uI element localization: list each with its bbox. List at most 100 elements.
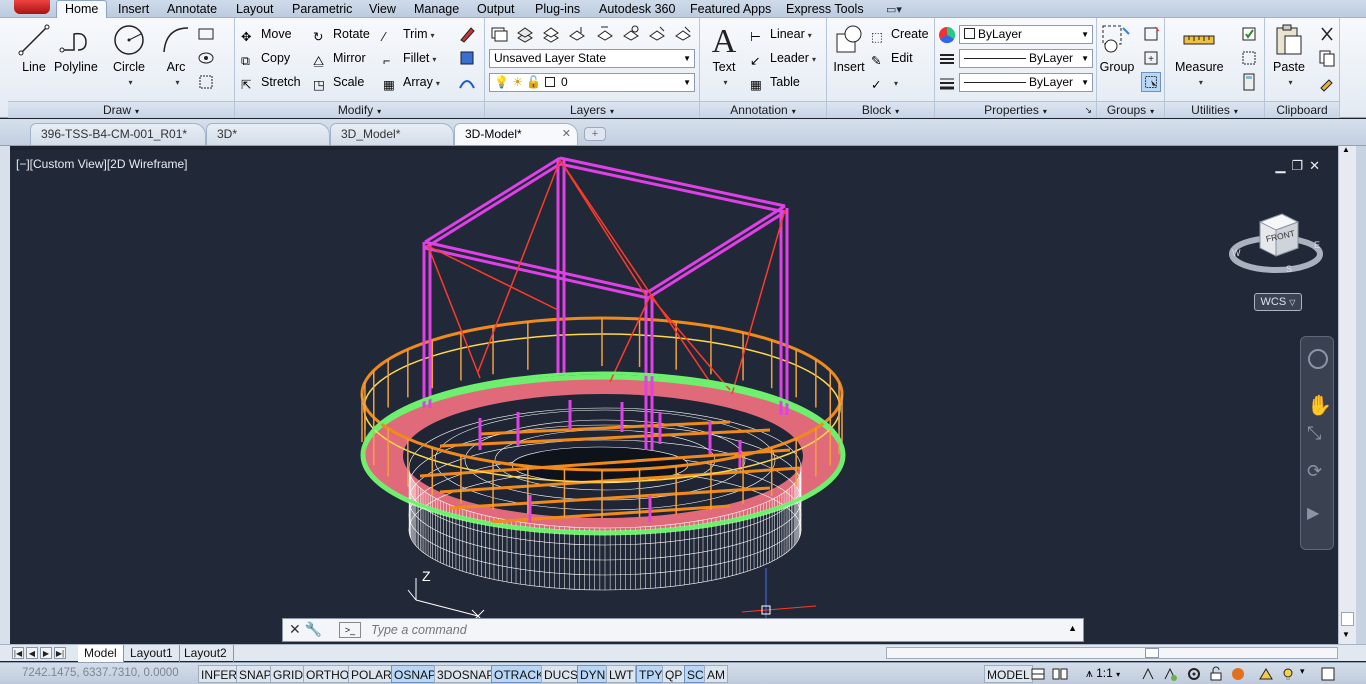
clipboard-panel-title[interactable]: Clipboard (1265, 101, 1339, 118)
tab-featured-apps[interactable]: Featured Apps (682, 1, 779, 18)
rectangle-icon[interactable] (196, 24, 216, 44)
measure-button[interactable]: Measure ▾ (1175, 22, 1224, 88)
block-attributes-button[interactable]: ✓ ▾ (871, 72, 898, 92)
horizontal-scroll-thumb[interactable] (1145, 648, 1159, 658)
draw-panel-title[interactable]: Draw ▾ (8, 101, 234, 118)
isolate-objects-icon[interactable] (1258, 666, 1274, 682)
workspace-switching-icon[interactable] (1186, 666, 1202, 682)
status-toggle-dyn[interactable]: DYN (577, 665, 609, 683)
scroll-down-icon[interactable]: ▼ (1342, 630, 1350, 639)
clean-screen-icon[interactable] (1320, 666, 1336, 682)
layer-freeze-icon[interactable] (673, 24, 693, 44)
linear-dimension-button[interactable]: ⊢ Linear ▾ (750, 24, 812, 44)
copy-button[interactable]: ⧉ Copy (241, 48, 290, 68)
status-toggle-polar[interactable]: POLAR (348, 665, 395, 683)
status-toggle-lwt[interactable]: LWT (606, 665, 637, 683)
tab-manage[interactable]: Manage (406, 1, 467, 18)
offset-icon[interactable] (457, 72, 477, 92)
file-tab-2[interactable]: 3D* (206, 123, 330, 145)
status-toggle-am[interactable]: AM (704, 665, 728, 683)
mirror-button[interactable]: ⧋ Mirror (313, 48, 366, 68)
vertical-scrollbar[interactable]: ▲ ▼ (1338, 145, 1356, 644)
tab-autodesk-360[interactable]: Autodesk 360 (591, 1, 683, 18)
horizontal-scrollbar[interactable] (886, 647, 1338, 659)
status-toggle-ducs[interactable]: DUCS (541, 665, 582, 683)
status-toggle-3dosnap[interactable]: 3DOSNAP (434, 665, 498, 683)
erase-icon[interactable] (457, 24, 477, 44)
group-edit-icon[interactable]: + (1141, 48, 1161, 68)
make-current-icon[interactable] (541, 24, 561, 44)
utilities-panel-title[interactable]: Utilities ▾ (1165, 101, 1264, 118)
wcs-menu[interactable]: WCS ▽ (1254, 293, 1302, 311)
explode-icon[interactable] (457, 48, 477, 68)
copy-clip-icon[interactable] (1317, 48, 1337, 68)
tab-insert[interactable]: Insert (110, 1, 157, 18)
status-toggle-ortho[interactable]: ORTHO (303, 665, 353, 683)
color-wheel-icon[interactable] (937, 25, 957, 45)
layer-properties-icon[interactable] (489, 24, 509, 44)
layer-previous-icon[interactable] (595, 24, 615, 44)
layout-tab-layout1[interactable]: Layout1 (124, 645, 180, 662)
layer-state-icon[interactable] (515, 24, 535, 44)
viewcube[interactable]: FRONT W S E (1226, 208, 1324, 280)
array-button[interactable]: ▦ Array ▾ (383, 72, 440, 92)
polyline-button[interactable]: Polyline (54, 22, 98, 74)
layout-tab-layout2[interactable]: Layout2 (178, 645, 234, 662)
quick-view-layouts-icon[interactable] (1030, 666, 1046, 682)
recent-commands-icon[interactable]: >_ (339, 622, 361, 638)
fillet-button[interactable]: ⌐ Fillet ▾ (383, 48, 436, 68)
linetype-icon[interactable] (937, 49, 957, 69)
file-tab-active[interactable]: 3D-Model* ✕ (454, 123, 578, 145)
properties-panel-title[interactable]: Properties ▾ ↘ (935, 101, 1096, 118)
tab-home[interactable]: Home (56, 0, 108, 19)
panel-dialog-launcher-icon[interactable]: ↘ (1084, 102, 1092, 118)
file-tab-1[interactable]: 396-TSS-B4-CM-001_R01* (30, 123, 206, 145)
layer-unisolate-icon[interactable] (647, 24, 667, 44)
scale-button[interactable]: ◳ Scale (313, 72, 364, 92)
first-layout-icon[interactable]: |◀ (12, 647, 24, 659)
table-button[interactable]: ▦ Table (750, 72, 800, 92)
tab-view[interactable]: View (361, 1, 404, 18)
ungroup-icon[interactable] (1141, 24, 1161, 44)
application-menu-button[interactable] (14, 0, 50, 14)
stretch-button[interactable]: ⇱ Stretch (241, 72, 301, 92)
zoom-extents-icon[interactable]: ⤡ (1307, 423, 1321, 444)
status-toggle-otrack[interactable]: OTRACK (491, 665, 548, 683)
status-menu-icon[interactable]: ▾ (1300, 666, 1305, 677)
status-toggle-tpy[interactable]: TPY (636, 665, 666, 683)
next-layout-icon[interactable]: ▶ (40, 647, 52, 659)
layout-tab-model[interactable]: Model (78, 645, 124, 662)
match-layer-icon[interactable] (567, 24, 587, 44)
lock-ui-icon[interactable] (1208, 666, 1224, 682)
model-scene[interactable]: Z (10, 150, 1338, 644)
status-toggle-infer[interactable]: INFER (198, 665, 240, 683)
auto-scale-icon[interactable] (1162, 666, 1178, 682)
last-layout-icon[interactable]: ▶| (54, 647, 66, 659)
layer-isolate-icon[interactable] (621, 24, 641, 44)
tab-plugins[interactable]: Plug-ins (527, 1, 588, 18)
hatch-icon[interactable] (196, 48, 216, 68)
rotate-button[interactable]: ↻ Rotate (313, 24, 370, 44)
quick-view-drawings-icon[interactable] (1052, 666, 1068, 682)
circle-button[interactable]: Circle ▾ (111, 22, 147, 88)
layer-dropdown[interactable]: 💡 ☀ 🔓 0 ▼ (489, 73, 695, 92)
close-tab-icon[interactable]: ✕ (562, 127, 571, 140)
hardware-acceleration-icon[interactable] (1230, 666, 1246, 682)
status-toggle-osnap[interactable]: OSNAP (391, 665, 440, 683)
lineweight-dropdown[interactable]: ByLayer ▼ (959, 73, 1093, 92)
select-all-icon[interactable] (1239, 48, 1259, 68)
group-button[interactable]: Group (1099, 22, 1135, 74)
line-button[interactable]: Line (16, 22, 52, 74)
tab-layout[interactable]: Layout (228, 1, 282, 18)
annotation-visibility-icon[interactable] (1140, 666, 1156, 682)
orbit-icon[interactable]: ⟳ (1307, 461, 1322, 482)
tab-parametric[interactable]: Parametric (284, 1, 360, 18)
text-button[interactable]: A Text ▾ (706, 22, 742, 88)
status-toggle-snap[interactable]: SNAP (236, 665, 275, 683)
steering-wheel-icon[interactable] (1308, 349, 1328, 369)
create-block-button[interactable]: ⬚ Create (871, 24, 929, 44)
lightbulb-status-icon[interactable] (1280, 666, 1296, 682)
ribbon-display-options-icon[interactable]: ▭▾ (886, 3, 912, 16)
modify-panel-title[interactable]: Modify ▾ (235, 101, 484, 118)
command-history-icon[interactable]: ▲ (1068, 623, 1077, 633)
